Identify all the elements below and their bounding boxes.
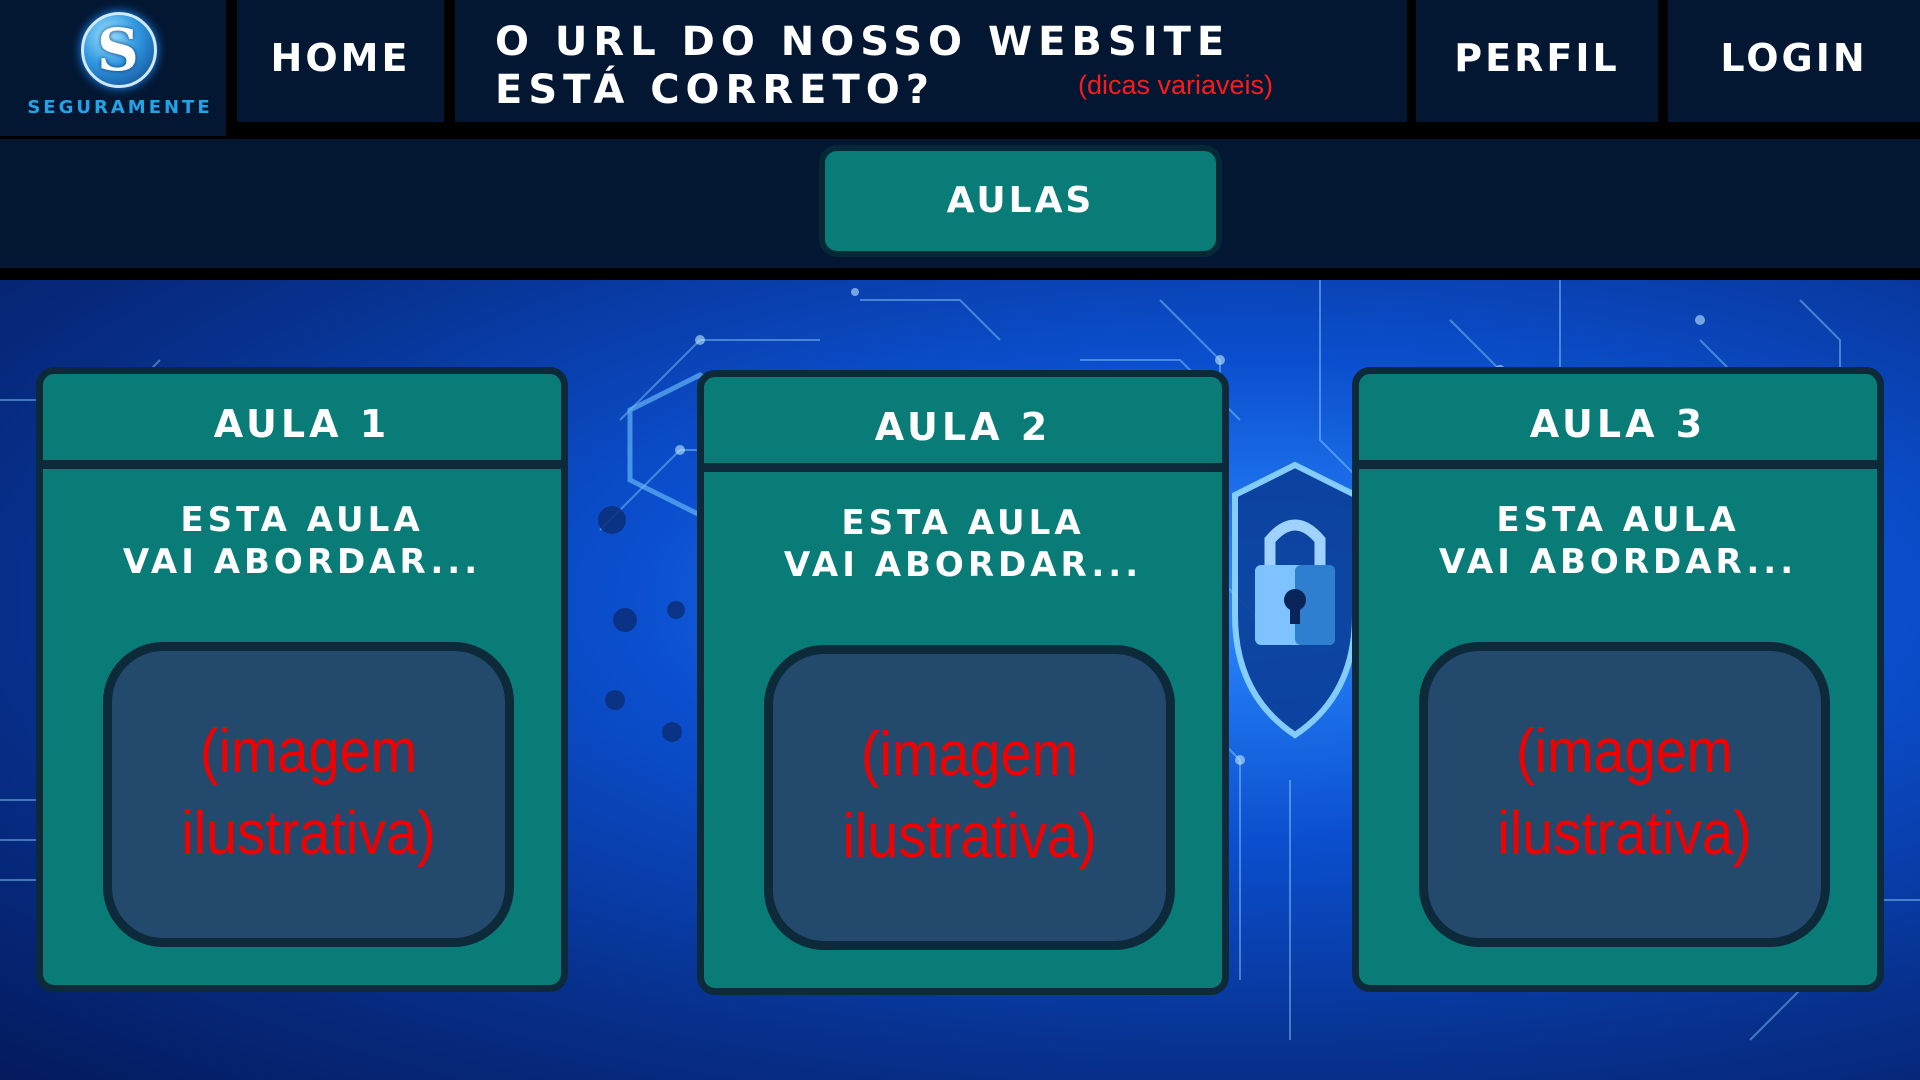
logo-s-icon: S — [81, 12, 157, 88]
lesson-image-placeholder: (imagem ilustrativa) — [1419, 642, 1830, 947]
page-title-banner: O URL DO NOSSO WEBSITE ESTÁ CORRETO? (di… — [455, 0, 1407, 122]
image-placeholder-text: (imagem ilustrativa) — [793, 714, 1147, 878]
nav-home-button[interactable]: HOME — [237, 0, 444, 122]
aulas-button[interactable]: AULAS — [819, 145, 1222, 257]
shield-lock-icon — [1232, 461, 1358, 739]
logo-letter: S — [97, 16, 141, 84]
page-title-line-1: O URL DO NOSSO WEBSITE — [495, 19, 1231, 65]
lesson-card-title: AULA 1 — [43, 374, 561, 469]
image-placeholder-line-2: ilustrativa) — [1497, 799, 1752, 868]
nav-login-label: LOGIN — [1720, 36, 1868, 80]
lesson-card-description: ESTA AULA VAI ABORDAR... — [43, 499, 561, 583]
lesson-card[interactable]: AULA 1 ESTA AULA VAI ABORDAR... (imagem … — [36, 367, 568, 992]
image-placeholder-line-1: (imagem — [1515, 717, 1734, 786]
nav-login-button[interactable]: LOGIN — [1668, 0, 1920, 122]
lesson-image-placeholder: (imagem ilustrativa) — [103, 642, 514, 947]
lesson-card-description: ESTA AULA VAI ABORDAR... — [1359, 499, 1877, 583]
lesson-card-description-line-2: VAI ABORDAR... — [122, 542, 482, 582]
sub-navigation-divider — [0, 268, 1920, 280]
lesson-card-description-line-2: VAI ABORDAR... — [1438, 542, 1798, 582]
lesson-card-title: AULA 2 — [704, 377, 1222, 472]
image-placeholder-line-2: ilustrativa) — [181, 799, 436, 868]
image-placeholder-line-1: (imagem — [199, 717, 418, 786]
lesson-card[interactable]: AULA 3 ESTA AULA VAI ABORDAR... (imagem … — [1352, 367, 1884, 992]
nav-profile-button[interactable]: PERFIL — [1416, 0, 1658, 122]
nav-home-label: HOME — [270, 36, 411, 80]
nav-profile-label: PERFIL — [1454, 36, 1620, 80]
lesson-card-description-line-1: ESTA AULA — [841, 503, 1085, 543]
brand-name: SEGURAMENTE — [27, 97, 213, 118]
image-placeholder-line-2: ilustrativa) — [842, 802, 1097, 871]
lesson-card-description-line-1: ESTA AULA — [180, 500, 424, 540]
lesson-card[interactable]: AULA 2 ESTA AULA VAI ABORDAR... (imagem … — [697, 370, 1229, 995]
title-note: (dicas variaveis) — [1078, 70, 1274, 100]
image-placeholder-text: (imagem ilustrativa) — [1448, 711, 1802, 875]
lesson-card-description: ESTA AULA VAI ABORDAR... — [704, 502, 1222, 586]
lesson-card-title: AULA 3 — [1359, 374, 1877, 469]
image-placeholder-line-1: (imagem — [860, 720, 1079, 789]
image-placeholder-text: (imagem ilustrativa) — [132, 711, 486, 875]
lesson-card-description-line-1: ESTA AULA — [1496, 500, 1740, 540]
lesson-card-description-line-2: VAI ABORDAR... — [783, 545, 1143, 585]
brand-logo[interactable]: S SEGURAMENTE — [0, 0, 226, 136]
lesson-image-placeholder: (imagem ilustrativa) — [764, 645, 1175, 950]
